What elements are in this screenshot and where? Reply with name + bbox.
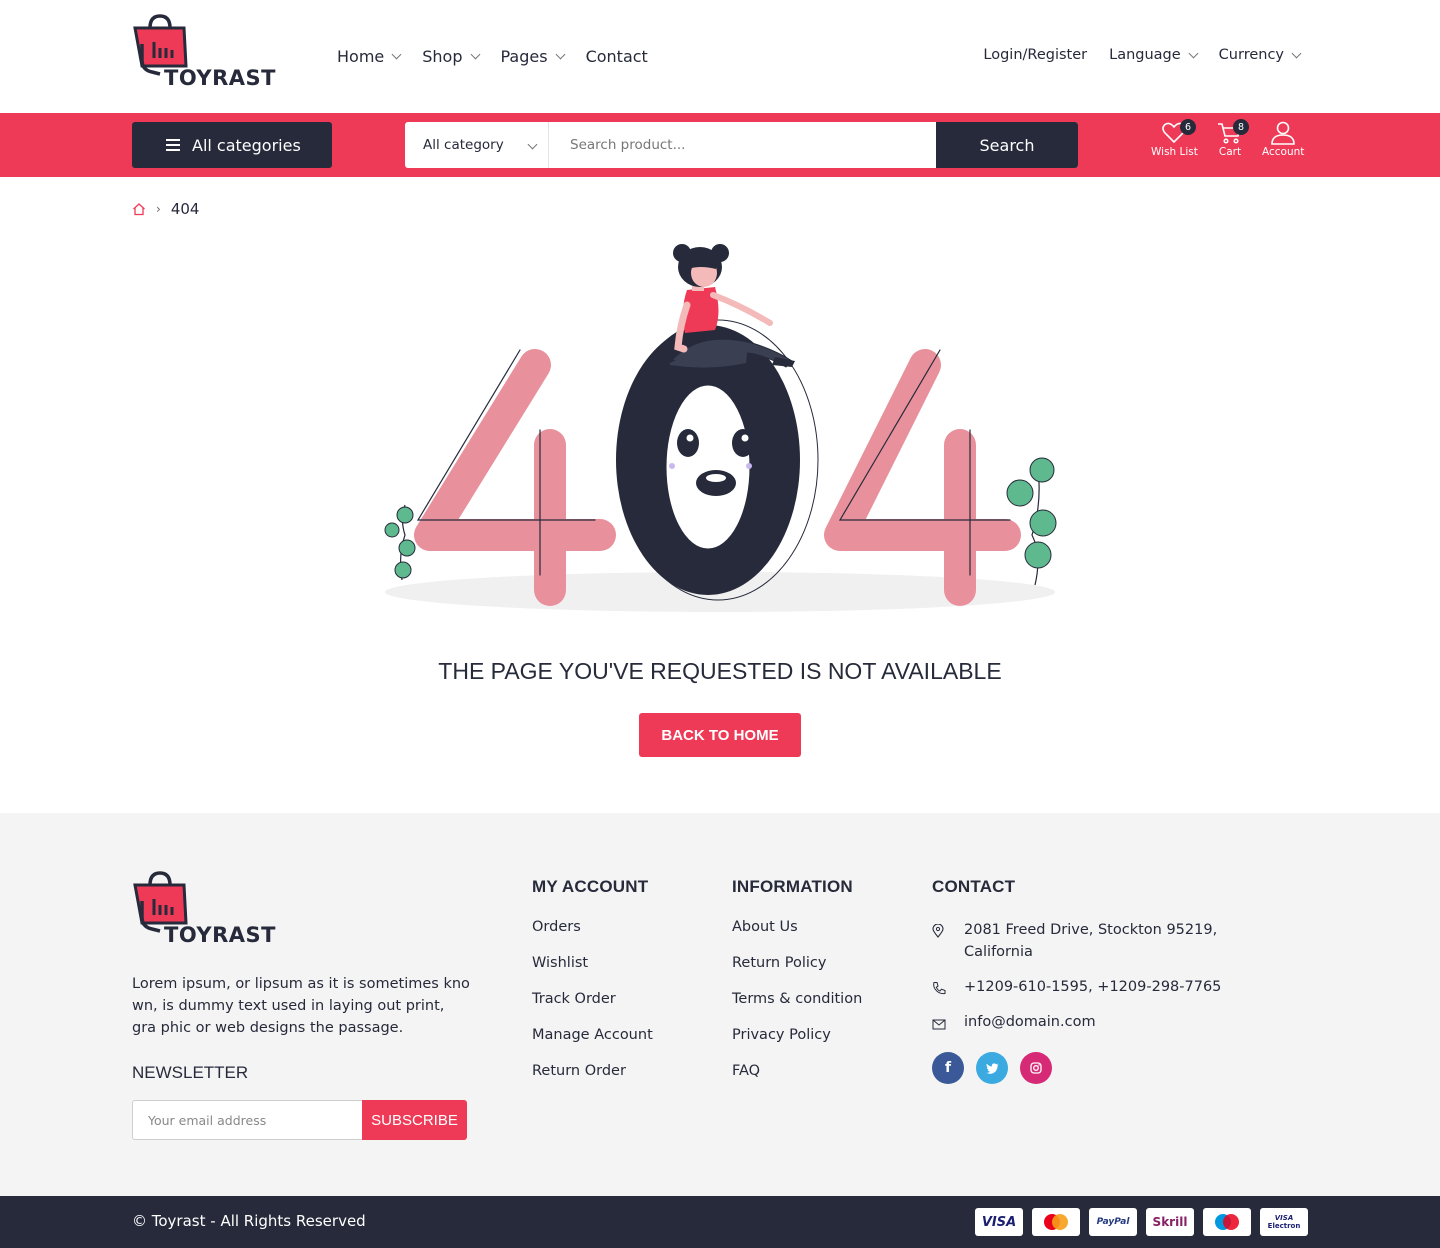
- nav-home[interactable]: Home: [337, 47, 402, 66]
- nav-contact-label: Contact: [585, 47, 648, 66]
- phone-numbers[interactable]: +1209-610-1595, +1209-298-7765: [964, 976, 1221, 1002]
- all-categories-label: All categories: [192, 135, 301, 155]
- my-account-heading: MY ACCOUNT: [532, 877, 649, 896]
- skrill-icon: Skrill: [1146, 1208, 1194, 1236]
- mastercard-icon: [1032, 1208, 1080, 1236]
- nav-shop-label: Shop: [422, 47, 463, 66]
- footer-information: INFORMATION About Us Return Policy Terms…: [732, 877, 862, 1099]
- copyright-text: © Toyrast - All Rights Reserved: [132, 1212, 366, 1230]
- contact-email: info@domain.com: [932, 1011, 1096, 1037]
- contact-phone: +1209-610-1595, +1209-298-7765: [932, 976, 1221, 1002]
- nav-contact[interactable]: Contact: [586, 47, 648, 66]
- chevron-down-icon: [391, 49, 402, 60]
- email-address[interactable]: info@domain.com: [964, 1011, 1096, 1037]
- currency-dropdown[interactable]: Currency: [1218, 47, 1302, 63]
- search-form: All category Search: [405, 122, 1078, 168]
- category-select-value: All category: [423, 137, 504, 153]
- brand-name: TOYRAST: [164, 66, 277, 90]
- contact-heading: CONTACT: [932, 877, 1016, 896]
- language-dropdown[interactable]: Language: [1109, 47, 1199, 63]
- breadcrumb: › 404: [132, 200, 199, 218]
- footer-link[interactable]: About Us: [732, 919, 862, 955]
- nav-pages[interactable]: Pages: [500, 47, 566, 66]
- twitter-icon[interactable]: [976, 1052, 1008, 1084]
- chevron-down-icon: [555, 49, 566, 60]
- chevron-down-icon: [1291, 48, 1302, 58]
- footer-link[interactable]: Wishlist: [532, 955, 653, 991]
- login-register-link[interactable]: Login/Register: [983, 47, 1087, 63]
- maestro-icon: [1203, 1208, 1251, 1236]
- footer-my-account: MY ACCOUNT Orders Wishlist Track Order M…: [532, 877, 653, 1099]
- nav-pages-label: Pages: [500, 47, 548, 66]
- breadcrumb-current: 404: [170, 200, 200, 218]
- chevron-down-icon: [1188, 48, 1199, 58]
- newsletter-email-input[interactable]: [132, 1100, 364, 1140]
- contact-address: 2081 Freed Drive, Stockton 95219, Califor…: [932, 919, 1217, 963]
- right-nav: Login/Register Language Currency: [961, 47, 1302, 63]
- bottom-bar: © Toyrast - All Rights Reserved VISA Pay…: [0, 1196, 1440, 1248]
- nav-home-label: Home: [337, 47, 385, 66]
- search-button[interactable]: Search: [936, 122, 1078, 168]
- footer-about-text: Lorem ipsum, or lipsum as it is sometime…: [132, 976, 470, 1036]
- search-input[interactable]: [550, 122, 936, 168]
- visa-card-icon: VISA: [975, 1208, 1023, 1236]
- cart-button[interactable]: 8 Cart: [1217, 119, 1249, 158]
- account-label: Account: [1262, 146, 1305, 158]
- footer-brand-name: TOYRAST: [164, 923, 277, 947]
- chevron-down-icon: [470, 49, 480, 60]
- currency-label: Currency: [1218, 47, 1284, 63]
- cart-count-badge: 8: [1233, 119, 1249, 135]
- footer-logo[interactable]: TOYRAST: [132, 871, 276, 951]
- logo[interactable]: TOYRAST: [132, 14, 276, 94]
- wishlist-button[interactable]: 6 Wish List: [1151, 119, 1198, 158]
- 404-illustration: [384, 244, 1057, 612]
- back-to-home-button[interactable]: BACK TO HOME: [639, 713, 801, 757]
- all-categories-button[interactable]: All categories: [132, 122, 332, 168]
- footer-link[interactable]: Return Order: [532, 1063, 653, 1099]
- subscribe-button[interactable]: SUBSCRIBE: [362, 1100, 467, 1140]
- category-select[interactable]: All category: [405, 122, 549, 168]
- footer-link[interactable]: Privacy Policy: [732, 1027, 862, 1063]
- main-nav: Home Shop Pages Contact: [337, 47, 670, 66]
- user-icon: [1271, 121, 1296, 145]
- footer-link[interactable]: Manage Account: [532, 1027, 653, 1063]
- footer-link[interactable]: Return Policy: [732, 955, 862, 991]
- menu-icon: [166, 139, 180, 151]
- chevron-down-icon: [527, 139, 538, 150]
- footer-contact: CONTACT: [932, 877, 1015, 919]
- payment-methods: VISA PayPal Skrill VISA Electron: [975, 1208, 1308, 1236]
- footer-link[interactable]: Track Order: [532, 991, 653, 1027]
- wishlist-count-badge: 6: [1180, 119, 1196, 135]
- footer-link[interactable]: Orders: [532, 919, 653, 955]
- cart-label: Cart: [1218, 146, 1242, 158]
- address-line-1: 2081 Freed Drive, Stockton 95219,: [964, 922, 1218, 938]
- chevron-right-icon: ›: [156, 202, 161, 216]
- footer-link[interactable]: Terms & condition: [732, 991, 862, 1027]
- error-title: THE PAGE YOU'VE REQUESTED IS NOT AVAILAB…: [438, 658, 1002, 684]
- social-links: f: [932, 1052, 1052, 1084]
- home-icon[interactable]: [132, 202, 146, 216]
- instagram-icon[interactable]: [1020, 1052, 1052, 1084]
- footer: TOYRAST Lorem ipsum, or lipsum as it is …: [0, 813, 1440, 1196]
- search-bar-strip: All categories All category Search 6 Wis…: [0, 113, 1440, 177]
- visa-electron-icon: VISA Electron: [1260, 1208, 1308, 1236]
- top-header: TOYRAST Home Shop Pages Contact Login/Re…: [0, 0, 1440, 113]
- mail-icon: [932, 1011, 964, 1037]
- information-heading: INFORMATION: [732, 877, 853, 896]
- newsletter-title: NEWSLETTER: [132, 1063, 249, 1082]
- facebook-icon[interactable]: f: [932, 1052, 964, 1084]
- wishlist-label: Wish List: [1151, 146, 1198, 158]
- nav-shop[interactable]: Shop: [422, 47, 480, 66]
- footer-link[interactable]: FAQ: [732, 1063, 862, 1099]
- map-pin-icon: [932, 919, 964, 963]
- language-label: Language: [1109, 47, 1181, 63]
- paypal-icon: PayPal: [1089, 1208, 1137, 1236]
- account-button[interactable]: Account: [1262, 121, 1304, 158]
- phone-icon: [932, 976, 964, 1002]
- address-line-2: California: [964, 944, 1033, 960]
